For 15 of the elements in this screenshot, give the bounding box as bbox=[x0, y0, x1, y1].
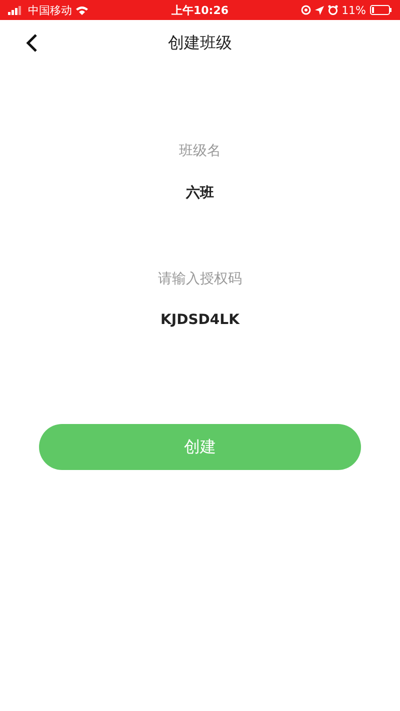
field-value[interactable]: KJDSD4LK bbox=[160, 312, 240, 328]
back-icon[interactable] bbox=[26, 34, 38, 52]
field-label: 班级名 bbox=[179, 142, 221, 160]
field-label: 请输入授权码 bbox=[158, 270, 242, 288]
signal-icon bbox=[8, 6, 24, 14]
battery-percent: 11% bbox=[342, 4, 366, 16]
carrier-name: 中国移动 bbox=[28, 2, 72, 18]
lock-rotation-icon bbox=[300, 5, 311, 15]
battery-icon bbox=[370, 5, 392, 15]
page-title: 创建班级 bbox=[168, 32, 232, 54]
field-value[interactable]: 六班 bbox=[186, 184, 214, 202]
alarm-icon bbox=[328, 5, 338, 15]
clock-time: 上午10:26 bbox=[172, 2, 229, 18]
location-icon bbox=[314, 6, 324, 14]
wifi-icon bbox=[76, 6, 88, 14]
